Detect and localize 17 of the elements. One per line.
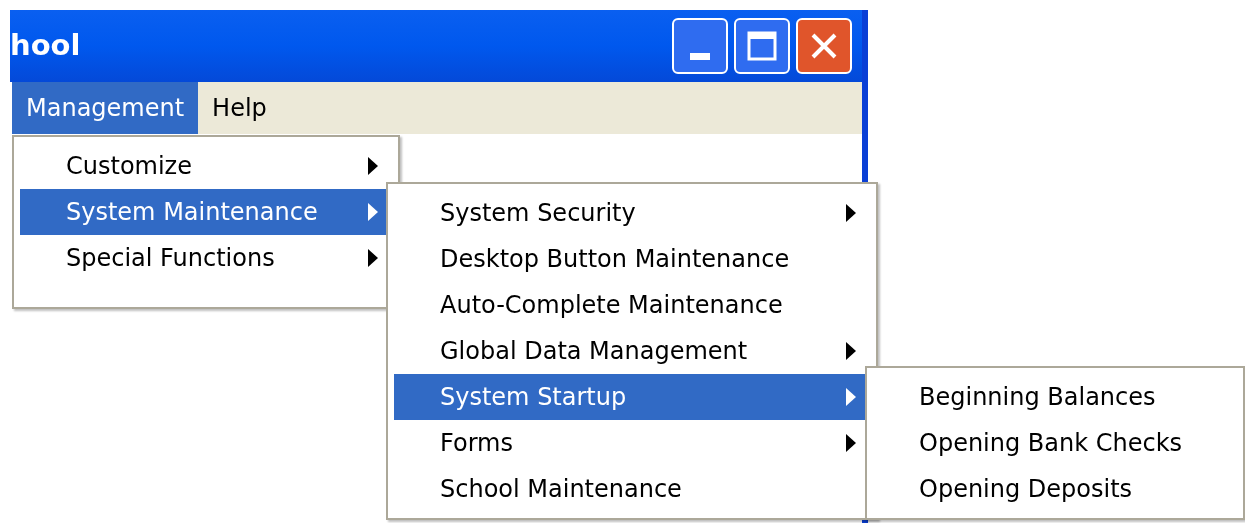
- menu-item[interactable]: Opening Bank Checks: [873, 420, 1237, 466]
- maximize-icon: [747, 31, 777, 61]
- menu-item[interactable]: System Security: [394, 190, 870, 236]
- menu-bar-item[interactable]: Management: [12, 82, 199, 134]
- menu-item[interactable]: Auto-Complete Maintenance: [394, 282, 870, 328]
- menu-item[interactable]: Customize: [20, 143, 392, 189]
- menu-item[interactable]: Global Data Management: [394, 328, 870, 374]
- maximize-button[interactable]: [734, 18, 790, 74]
- menu-bar-item[interactable]: Help: [198, 82, 281, 134]
- menu-item[interactable]: Desktop Button Maintenance: [394, 236, 870, 282]
- close-button[interactable]: [796, 18, 852, 74]
- window-title: hool: [10, 27, 82, 65]
- menu-item[interactable]: Beginning Balances: [873, 374, 1237, 420]
- minimize-button[interactable]: [672, 18, 728, 74]
- menu-item[interactable]: Opening Deposits: [873, 466, 1237, 512]
- close-icon: [809, 31, 839, 61]
- minimize-icon: [690, 53, 710, 60]
